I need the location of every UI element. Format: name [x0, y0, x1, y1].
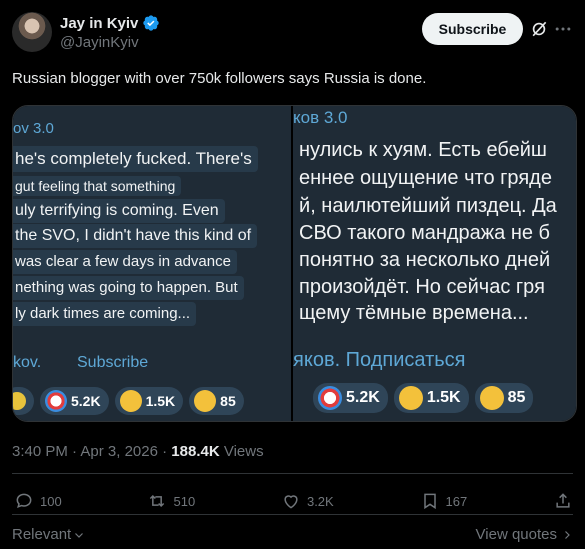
laughing-emoji-icon [398, 386, 423, 410]
views-label: Views [223, 443, 264, 460]
tweet-meta: 3:40 PM · Apr 3, 2026 · 188.4K Views [12, 443, 264, 460]
reply-button[interactable]: 100 [14, 491, 62, 511]
reactions-row: 5.2K 1.5K 85 [13, 387, 244, 415]
tweet-header: Jay in Kyiv @JayinKyiv Subscribe [12, 12, 573, 52]
avatar[interactable] [12, 12, 52, 52]
message-line: nething was going to happen. But [13, 276, 244, 300]
reaction-count: 1.5K [426, 389, 461, 406]
message-line: понятно за несколько дней [299, 249, 551, 271]
bookmark-count: 167 [445, 493, 468, 509]
like-count: 3.2K [306, 493, 334, 509]
views-count: 188.4K [171, 443, 220, 460]
repost-count: 510 [173, 493, 196, 509]
chevron-down-icon [75, 532, 84, 538]
reaction-chip: 5.2K [40, 387, 109, 415]
tweet-media[interactable]: ov 3.0 he's completely fucked. There's g… [12, 105, 577, 422]
media-panel-right[interactable]: ков 3.0 нулись к хуям. Есть ебейш еннее … [293, 106, 576, 421]
reaction-chip: 5.2K [313, 383, 388, 413]
message-line: й, наилютейший пиздец. Да [299, 195, 557, 217]
author-name[interactable]: Jay in Kyiv [60, 15, 138, 32]
reply-icon [16, 493, 32, 509]
reaction-count: 85 [507, 389, 526, 406]
share-icon [556, 493, 570, 508]
reaction-chip: 1.5K [393, 383, 469, 413]
view-quotes-label: View quotes [475, 526, 557, 543]
message-line: gut feeling that something [13, 176, 182, 196]
verified-badge-icon [143, 15, 160, 31]
laughing-emoji-icon [119, 390, 142, 412]
repost-button[interactable]: 510 [147, 491, 195, 511]
bookmark-icon [423, 493, 436, 510]
tweet-text: Russian blogger with over 750k followers… [12, 70, 427, 87]
reaction-chip: 1.5K [114, 387, 184, 415]
channel-name: ков 3.0 [293, 108, 348, 127]
reaction-chip [13, 387, 34, 415]
like-button[interactable]: 3.2K [281, 491, 334, 511]
action-bar: 100 510 3.2K 167 [14, 490, 573, 512]
chevron-right-icon [565, 530, 570, 539]
meta-separator: · [162, 443, 168, 460]
subscribe-link: Subscribe [77, 354, 149, 371]
message-line: the SVO, I didn't have this kind of [13, 224, 258, 248]
media-panel-left[interactable]: ov 3.0 he's completely fucked. There's g… [13, 106, 294, 421]
view-quotes-link[interactable]: View quotes [476, 526, 573, 543]
reaction-count: 5.2K [346, 389, 380, 406]
message-line: СВО такого мандража не б [299, 222, 551, 244]
bookmark-button[interactable]: 167 [420, 491, 468, 511]
share-button[interactable] [553, 491, 573, 511]
tweet-time[interactable]: 3:40 PM [12, 443, 68, 460]
emoji-icon [13, 392, 26, 410]
message-line: he's completely fucked. There's [13, 146, 258, 172]
reactions-row: 5.2K 1.5K 85 [313, 383, 534, 413]
message-line: нулись к хуям. Есть ебейш [299, 139, 547, 161]
clown-emoji-icon [45, 390, 67, 412]
message-line: произойдёт. Но сейчас гря [299, 276, 545, 298]
reaction-count: 85 [220, 393, 236, 409]
author-handle[interactable]: @JayinKyiv [60, 34, 139, 51]
message-line: еннее ощущение что гряде [299, 167, 552, 189]
divider [12, 473, 573, 474]
channel-name: ov 3.0 [13, 120, 54, 137]
heart-icon [284, 495, 298, 509]
message-line: щему тёмные времена... [299, 302, 529, 324]
clown-emoji-icon [318, 386, 343, 410]
divider [12, 514, 573, 515]
sort-relevant-dropdown[interactable]: Relevant [12, 526, 85, 543]
reaction-chip: 85 [189, 387, 244, 415]
reaction-count: 1.5K [145, 393, 176, 409]
message-line: ly dark times are coming... [13, 302, 197, 326]
message-line: uly terrifying is coming. Even [13, 199, 225, 223]
repost-icon [150, 494, 165, 508]
more-options-icon[interactable] [553, 19, 573, 39]
thinking-emoji-icon [479, 386, 504, 410]
channel-footer: kov. [13, 354, 42, 371]
reaction-chip: 85 [474, 383, 534, 413]
message-line: was clear a few days in advance [13, 250, 237, 274]
meta-separator: · [72, 443, 78, 460]
tweet-date[interactable]: Apr 3, 2026 [80, 443, 158, 460]
reply-count: 100 [40, 493, 62, 509]
sort-label: Relevant [12, 526, 72, 543]
author-name-row: Jay in Kyiv [60, 14, 160, 32]
channel-footer: яков. Подписаться [293, 349, 466, 371]
grok-icon[interactable] [529, 19, 549, 39]
reaction-count: 5.2K [71, 393, 101, 409]
thinking-emoji-icon [194, 390, 217, 412]
subscribe-button[interactable]: Subscribe [422, 13, 523, 45]
